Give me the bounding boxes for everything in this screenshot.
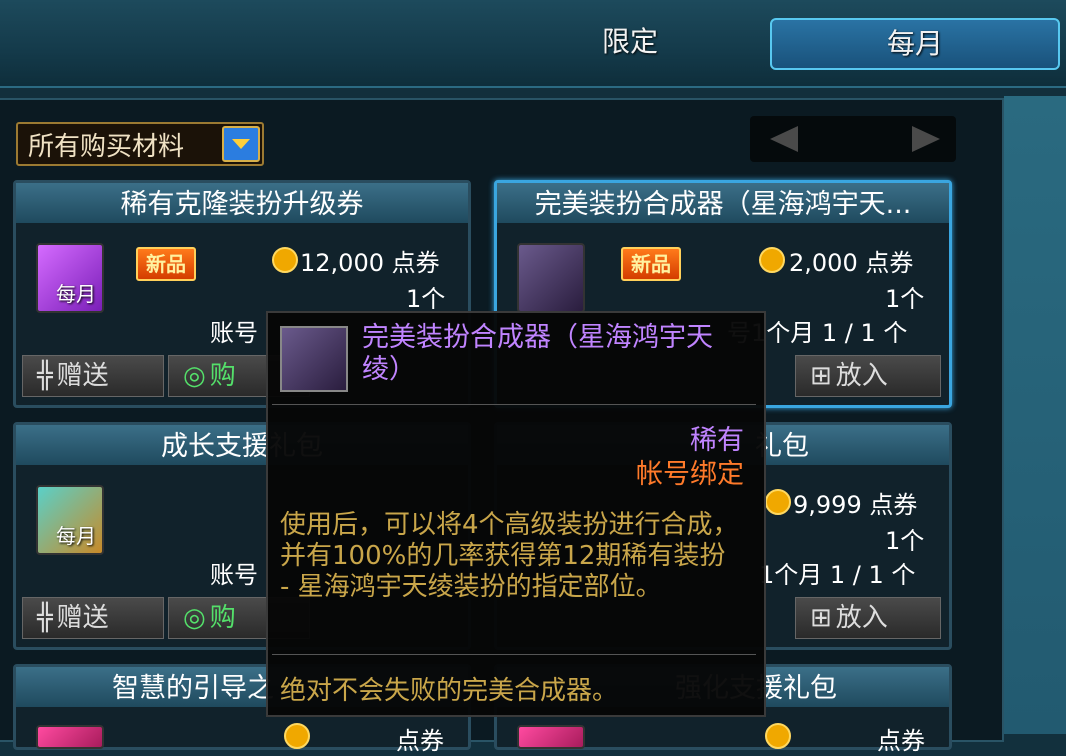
divider: [272, 654, 756, 655]
item-icon[interactable]: 每月: [36, 485, 104, 555]
cart-icon: ⊞: [810, 361, 832, 391]
coin-icon: [765, 489, 791, 515]
chevron-down-icon[interactable]: [222, 126, 260, 162]
purchase-limit: 账号: [210, 561, 258, 589]
monthly-tag: 每月: [56, 524, 96, 548]
cart-label: 放入: [835, 603, 888, 633]
tab-limited[interactable]: 限定: [560, 18, 700, 66]
item-price: 9,999 点券: [793, 491, 918, 519]
item-quantity: 1个: [885, 527, 925, 555]
purchase-limit: 账号: [210, 319, 258, 347]
cash-icon: ◎: [183, 603, 206, 633]
item-price: 2,000 点券: [789, 249, 914, 277]
gift-icon: ╬: [37, 603, 53, 633]
cart-label: 放入: [835, 361, 888, 391]
coin-icon: [284, 723, 310, 749]
next-page-arrow-icon[interactable]: [912, 126, 940, 152]
coin-icon: [759, 247, 785, 273]
tooltip-footer: 绝对不会失败的完美合成器。: [280, 676, 619, 706]
new-badge: 新品: [136, 247, 196, 281]
gift-button[interactable]: ╬ 赠送: [22, 597, 164, 639]
monthly-tag: 每月: [56, 282, 96, 306]
tab-monthly[interactable]: 每月: [770, 18, 1060, 70]
item-icon[interactable]: [517, 243, 585, 313]
gift-label: 赠送: [56, 603, 109, 633]
item-icon[interactable]: [36, 725, 104, 749]
cart-icon: ⊞: [810, 603, 832, 633]
item-price: 点券: [396, 727, 444, 755]
item-quantity: 1个: [406, 285, 446, 313]
gift-label: 赠送: [56, 361, 109, 391]
item-icon[interactable]: [517, 725, 585, 749]
tooltip-description: 使用后，可以将4个高级装扮进行合成，并有100%的几率获得第12期稀有装扮 - …: [280, 510, 739, 602]
tooltip-title: 完美装扮合成器（星海鸿宇天绫）: [362, 322, 713, 385]
item-price: 点券: [877, 727, 925, 755]
add-to-cart-button[interactable]: ⊞ 放入: [795, 597, 941, 639]
item-quantity: 1个: [885, 285, 925, 313]
coin-icon: [765, 723, 791, 749]
gift-icon: ╬: [37, 361, 53, 391]
purchase-limit: 1个月 1 / 1 个: [759, 561, 916, 589]
item-price: 12,000 点券: [300, 249, 440, 277]
tooltip-item-icon: [280, 326, 348, 392]
card-title: 稀有克隆装扮升级券: [16, 183, 468, 223]
tooltip-bind-status: 帐号绑定: [636, 459, 744, 490]
gift-button[interactable]: ╬ 赠送: [22, 355, 164, 397]
right-scroll-strip: [1004, 96, 1066, 734]
add-to-cart-button[interactable]: ⊞ 放入: [795, 355, 941, 397]
item-icon[interactable]: 每月: [36, 243, 104, 313]
buy-label: 购: [209, 361, 236, 391]
category-filter-label: 所有购买材料: [28, 132, 185, 162]
card-title: 完美装扮合成器（星海鸿宇天...: [497, 183, 949, 223]
prev-page-arrow-icon[interactable]: [770, 126, 798, 152]
buy-label: 购: [209, 603, 236, 633]
divider: [272, 404, 756, 405]
coin-icon: [272, 247, 298, 273]
new-badge: 新品: [621, 247, 681, 281]
cash-icon: ◎: [183, 361, 206, 391]
